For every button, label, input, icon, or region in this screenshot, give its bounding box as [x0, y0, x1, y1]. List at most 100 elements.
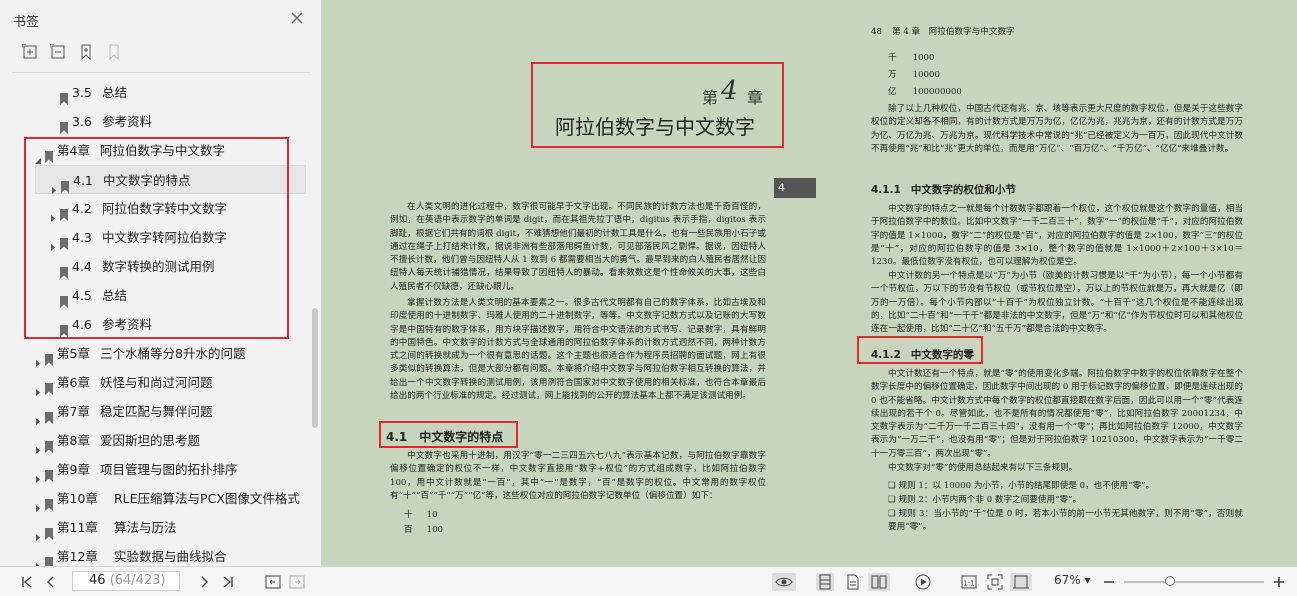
single-page-icon[interactable] — [844, 573, 862, 591]
bookmark-number: 4.4 — [72, 259, 92, 274]
bookmark-item[interactable]: 第4章 阿拉伯数字与中文数字 — [0, 136, 310, 165]
paragraph-text: 除了以上几种权位，中国古代还有兆、京、垓等表示更大尺度的数字权位，但是关于这些数… — [871, 104, 1243, 154]
bookmark-icon — [44, 463, 54, 482]
bookmark-number: 第9章 — [57, 462, 90, 477]
bookmark-icon — [44, 492, 54, 511]
bookmark-icon — [60, 174, 70, 193]
bookmark-number: 4.6 — [72, 317, 92, 332]
back-icon[interactable] — [264, 573, 282, 591]
zoom-in-icon[interactable] — [1270, 573, 1288, 591]
collapsed-arrow-icon[interactable] — [34, 523, 42, 541]
collapsed-arrow-icon[interactable] — [34, 552, 42, 566]
zoom-out-icon[interactable] — [1100, 573, 1118, 591]
close-icon[interactable] — [289, 10, 305, 26]
bookmark-icon[interactable] — [106, 44, 124, 62]
collapsed-arrow-icon[interactable] — [34, 465, 42, 483]
bookmark-icon — [44, 376, 54, 395]
chapter-title: 阿拉伯数字与中文数字 — [555, 115, 755, 139]
chapter-tab: 4 — [774, 178, 816, 198]
collapsed-arrow-icon[interactable] — [49, 204, 57, 222]
page-number-input[interactable]: 46 (64/423) — [72, 571, 180, 591]
subsection-number: 4.1.2 — [871, 349, 901, 361]
bookmark-item[interactable]: 第9章 项目管理与图的拓扑排序 — [0, 455, 310, 484]
collapsed-arrow-icon[interactable] — [49, 233, 57, 251]
paragraph-text: 在人类文明的进化过程中，数字很可能早于文字出现。不同民族的计数方法也是千奇百怪的… — [390, 202, 766, 292]
bookmark-number: 第11章 — [57, 520, 98, 535]
add-bookmark-icon[interactable] — [78, 44, 96, 62]
expanded-arrow-icon[interactable] — [34, 146, 42, 164]
continuous-page-icon[interactable] — [816, 573, 834, 591]
bookmark-label: 妖怪与和尚过河问题 — [100, 375, 213, 390]
bookmark-number: 第5章 — [57, 346, 90, 361]
rule-item: ❑ 规则 1：以 10000 为小节，小节的结尾即使是 0，也不使用“零”。 — [888, 481, 1155, 491]
bookmark-number: 4.2 — [72, 201, 92, 216]
bookmark-label: 稳定匹配与舞伴问题 — [100, 404, 213, 419]
bookmark-item[interactable]: 4.3 中文数字转阿拉伯数字 — [0, 223, 310, 252]
last-page-icon[interactable] — [219, 573, 237, 591]
expand-all-icon[interactable] — [21, 43, 40, 62]
bookmark-icon — [59, 318, 69, 337]
bookmark-number: 第10章 — [57, 491, 98, 506]
forward-icon[interactable] — [288, 573, 306, 591]
svg-text:1:1: 1:1 — [963, 580, 974, 588]
play-icon[interactable] — [914, 573, 932, 591]
fit-width-icon[interactable] — [1010, 573, 1032, 591]
bookmark-item[interactable]: 3.6 参考资料 — [0, 107, 310, 136]
bookmark-item[interactable]: 第6章 妖怪与和尚过河问题 — [0, 368, 310, 397]
collapse-all-icon[interactable] — [49, 43, 68, 62]
bookmark-item[interactable]: 第8章 爱因斯坦的思考题 — [0, 426, 310, 455]
collapsed-arrow-icon[interactable] — [34, 407, 42, 425]
collapsed-arrow-icon[interactable] — [34, 378, 42, 396]
bookmark-item[interactable]: 4.1 中文数字的特点 — [35, 165, 306, 194]
bookmark-number: 第7章 — [57, 404, 90, 419]
bookmark-icon — [44, 434, 54, 453]
bookmark-number: 第8章 — [57, 433, 90, 448]
bookmark-item[interactable]: 4.2 阿拉伯数字转中文数字 — [0, 194, 310, 223]
bookmark-label: 总结 — [102, 288, 128, 303]
paragraph-text: 掌握计数方法是人类文明的基本要素之一。很多古代文明都有自己的数字体系，比如古埃及… — [390, 298, 766, 402]
bookmark-item[interactable]: 第11章 算法与历法 — [0, 513, 310, 542]
bookmark-number: 4.5 — [72, 288, 92, 303]
actual-size-icon[interactable]: 1:1 — [960, 573, 978, 591]
bookmark-item[interactable]: 4.6 参考资料 — [0, 310, 310, 339]
first-page-icon[interactable] — [18, 573, 36, 591]
collapsed-arrow-icon[interactable] — [34, 494, 42, 512]
bookmark-icon — [44, 144, 54, 163]
collapsed-arrow-icon[interactable] — [34, 436, 42, 454]
page-total: (64/423) — [109, 573, 166, 588]
zoom-slider-handle[interactable] — [1165, 576, 1176, 586]
bookmark-number: 第4章 — [57, 143, 90, 158]
next-page-icon[interactable] — [195, 573, 213, 591]
bookmark-number: 3.6 — [72, 114, 92, 129]
scrollbar[interactable] — [312, 308, 318, 428]
bookmark-item[interactable]: 3.5 总结 — [0, 78, 310, 107]
double-page-icon[interactable] — [868, 573, 890, 591]
eye-care-icon[interactable] — [772, 573, 796, 591]
bookmark-icon — [59, 231, 69, 250]
status-bar: 46 (64/423) 1:1 67% ▾ — [0, 566, 1297, 596]
bookmark-item[interactable]: 4.5 总结 — [0, 281, 310, 310]
bookmark-panel: 书签 3.5 总结 3.6 参考资料 第4章 阿拉伯数字与中文数字 4.1 中文数字的特点 4.… — [0, 0, 322, 566]
bookmark-item[interactable]: 第10章 RLE压缩算法与PCX图像文件格式 — [0, 484, 310, 513]
bookmark-icon — [59, 202, 69, 221]
subsection-heading: 4.1.1 中文数字的权位和小节 — [871, 182, 1016, 197]
paragraph: 掌握计数方法是人类文明的基本要素之一。很多古代文明都有自己的数字体系，比如古埃及… — [390, 297, 766, 403]
prev-page-icon[interactable] — [42, 573, 60, 591]
rule-text: 规则 2：小节内两个非 0 数字之间要使用“零”。 — [898, 495, 1082, 505]
bookmark-item[interactable]: 4.4 数字转换的测试用例 — [0, 252, 310, 281]
collapsed-arrow-icon[interactable] — [34, 349, 42, 367]
paragraph-text: 中文数字也采用十进制，用汉字“零一二三四五六七八九”表示基本记数，与阿拉伯数字靠… — [390, 451, 766, 501]
rule-text: 规则 3：当小节的“千”位是 0 时，若本小节的前一小节无其他数字，则不用“零”… — [888, 509, 1243, 533]
unit-row: 十 10 — [404, 509, 438, 522]
unit-row: 千 1000 — [888, 52, 934, 65]
fit-page-icon[interactable] — [986, 573, 1004, 591]
bookmark-icon — [44, 347, 54, 366]
bookmark-item[interactable]: 第7章 稳定匹配与舞伴问题 — [0, 397, 310, 426]
bookmark-item[interactable]: 第12章 实验数据与曲线拟合 — [0, 542, 310, 566]
zoom-level[interactable]: 67% ▾ — [1054, 573, 1091, 587]
bookmark-item[interactable]: 第5章 三个水桶等分8升水的问题 — [0, 339, 310, 368]
unit-value: 100 — [426, 525, 444, 535]
collapsed-arrow-icon[interactable] — [50, 176, 58, 194]
zoom-slider[interactable] — [1124, 576, 1264, 586]
chapter-prefix: 第 — [702, 88, 719, 107]
